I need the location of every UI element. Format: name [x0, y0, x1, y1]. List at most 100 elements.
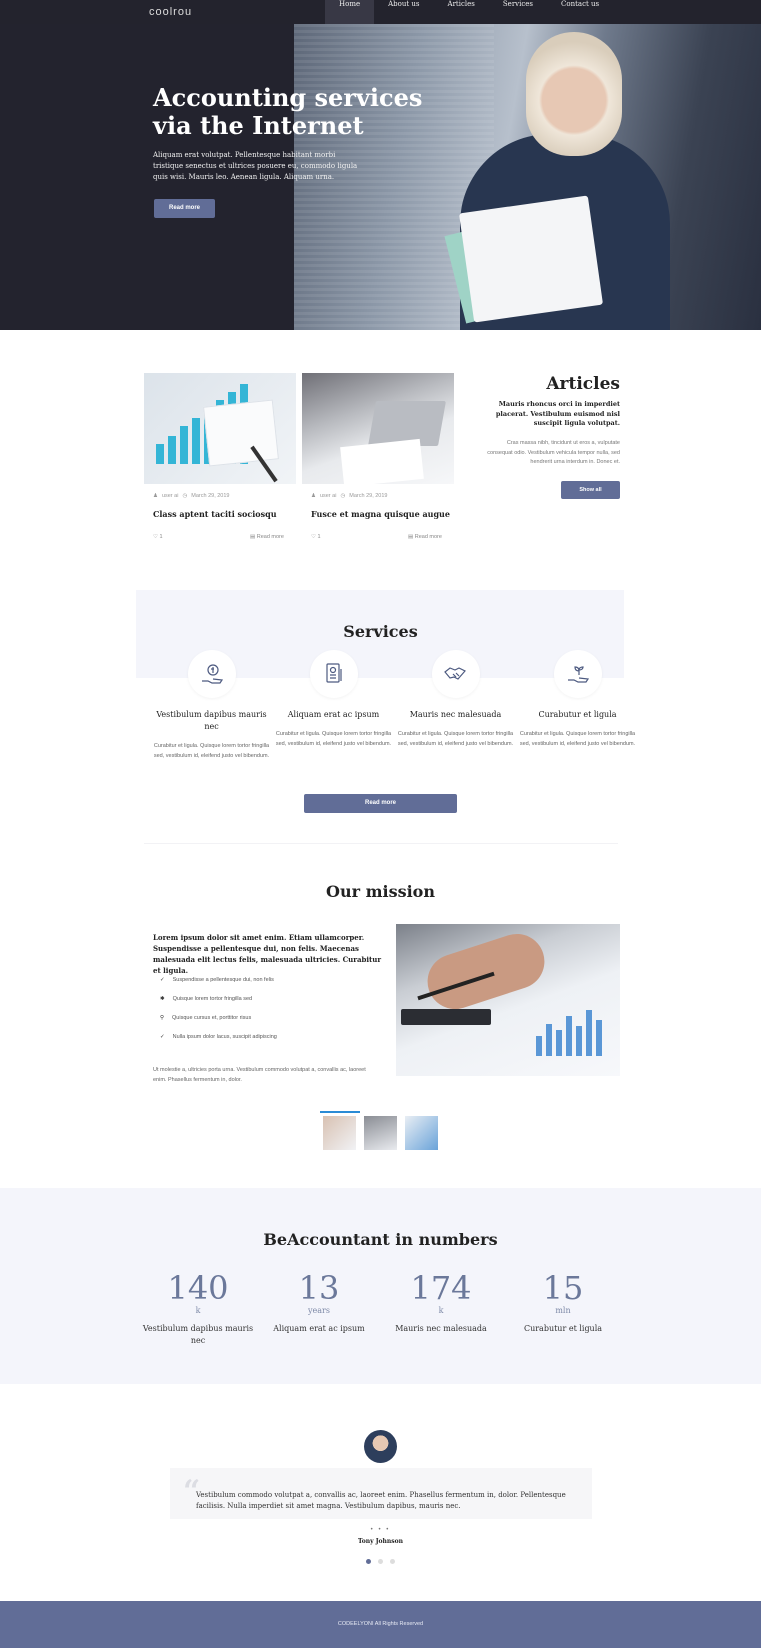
service-item-4[interactable]: Curabutur et ligula Curabitur et ligula.… — [517, 650, 638, 749]
number-1-label: Vestibulum dapibus mauris nec — [142, 1324, 254, 1345]
nav-link-contact[interactable]: Contact us — [547, 0, 613, 24]
check-icon: ✓ — [160, 977, 165, 983]
number-item-1: 140 k Vestibulum dapibus mauris nec — [138, 1270, 258, 1347]
plant-hand-icon — [553, 650, 602, 698]
heart-icon: ♡ — [311, 534, 316, 540]
service-3-text: Curabitur et ligula. Quisque lorem torto… — [397, 731, 514, 747]
article-1-likes[interactable]: ♡ 1 — [153, 534, 163, 540]
number-item-2: 13 years Aliquam erat ac ipsum — [259, 1270, 379, 1335]
article-2-likes-count: 1 — [317, 534, 321, 540]
mission-thumbnail-1[interactable] — [323, 1116, 356, 1150]
number-4-value: 15 — [542, 1269, 584, 1307]
service-1-title: Vestibulum dapibus mauris nec — [156, 710, 267, 731]
pager-dot-3[interactable] — [390, 1559, 395, 1564]
service-4-title: Curabutur et ligula — [538, 710, 617, 719]
document-pen-icon — [309, 650, 358, 698]
mission-list-item-2-text: Quisque lorem tortor fringilla sed — [172, 996, 253, 1002]
articles-title: Articles — [546, 374, 620, 394]
article-1-date: March 29, 2019 — [191, 493, 230, 499]
service-item-2[interactable]: Aliquam erat ac ipsum Curabitur et ligul… — [273, 650, 394, 749]
hero-photo-person-head — [526, 32, 622, 156]
service-3-title: Mauris nec malesuada — [409, 710, 502, 719]
number-3-value: 174 — [410, 1269, 472, 1307]
service-item-3[interactable]: Mauris nec malesuada Curabitur et ligula… — [395, 650, 516, 749]
article-1-meta: ♟ user ai ◷ March 29, 2019 — [153, 493, 229, 499]
numbers-title: BeAccountant in numbers — [263, 1230, 498, 1249]
section-divider — [144, 843, 618, 844]
top-nav: coolrou Home About us Articles Services … — [0, 0, 761, 24]
articles-text: Cras massa nibh, tincidunt ut eros a, vu… — [487, 440, 620, 465]
document-icon: ▤ — [250, 534, 256, 540]
avatar — [364, 1430, 397, 1463]
mission-thumbnail-3[interactable] — [405, 1116, 438, 1150]
article-1-likes-count: 1 — [159, 534, 163, 540]
services-read-more-button[interactable]: Read more — [304, 794, 457, 813]
hero-read-more-button[interactable]: Read more — [154, 199, 215, 218]
mission-thumbnail-2[interactable] — [364, 1116, 397, 1150]
hero-section — [0, 24, 761, 330]
footer-copyright: CODEELYONI All Rights Reserved — [337, 1621, 424, 1627]
service-1-text: Curabitur et ligula. Quisque lorem torto… — [153, 743, 270, 759]
mission-footer-text: Ut molestie a, ultricies porta urna. Ves… — [153, 1067, 366, 1083]
clock-icon: ◷ — [182, 493, 188, 499]
number-2-unit: years — [308, 1306, 330, 1315]
number-2-label: Aliquam erat ac ipsum — [273, 1324, 365, 1333]
mission-image-hands — [420, 926, 552, 1017]
mission-image — [396, 924, 620, 1076]
article-1-image[interactable] — [144, 373, 296, 484]
number-item-4: 15 mln Curabutur et ligula — [503, 1270, 623, 1335]
testimonial-pager — [366, 1559, 395, 1564]
nav-link-services[interactable]: Services — [489, 0, 547, 24]
services-title: Services — [343, 622, 418, 641]
hero-text: Aliquam erat volutpat. Pellentesque habi… — [153, 151, 358, 181]
location-pin-icon: ⚲ — [160, 1015, 165, 1021]
user-icon: ♟ — [311, 493, 316, 499]
service-4-text: Curabitur et ligula. Quisque lorem torto… — [519, 731, 636, 747]
star-icon: ✱ — [160, 996, 165, 1002]
heart-icon: ♡ — [153, 534, 158, 540]
nav-link-articles[interactable]: Articles — [434, 0, 489, 24]
nav-link-about[interactable]: About us — [374, 0, 433, 24]
article-2-date: March 29, 2019 — [349, 493, 388, 499]
footer: CODEELYONI All Rights Reserved — [0, 1601, 761, 1648]
article-1-read-more[interactable]: ▤ Read more — [250, 534, 284, 540]
user-icon: ♟ — [153, 493, 158, 499]
number-4-label: Curabutur et ligula — [523, 1324, 603, 1333]
mission-list-item-4: ✓ Nulla ipsum dolor lacus, suscipit adipi… — [160, 1034, 277, 1040]
article-2-image-paper — [340, 438, 424, 484]
article-1-read-more-label: Read more — [256, 534, 284, 540]
articles-show-all-button[interactable]: Show all — [561, 481, 620, 499]
service-item-1[interactable]: Vestibulum dapibus mauris nec Curabitur … — [151, 650, 272, 761]
site-logo[interactable]: coolrou — [149, 6, 192, 18]
mission-title: Our mission — [326, 882, 435, 901]
number-item-3: 174 k Mauris nec malesuada — [381, 1270, 501, 1335]
pager-dot-2[interactable] — [378, 1559, 383, 1564]
article-2-read-more[interactable]: ▤ Read more — [408, 534, 442, 540]
article-1-image-sheet — [203, 399, 279, 467]
article-2-read-more-label: Read more — [414, 534, 442, 540]
testimonial-separator: • • • — [370, 1527, 391, 1533]
nav-link-home[interactable]: Home — [325, 0, 375, 24]
clock-icon: ◷ — [340, 493, 346, 499]
number-4-unit: mln — [555, 1306, 571, 1315]
nav-links: Home About us Articles Services Contact … — [325, 0, 613, 24]
article-2-title[interactable]: Fusce et magna quisque augue — [311, 509, 450, 519]
article-2-likes[interactable]: ♡ 1 — [311, 534, 321, 540]
mission-list-item-3: ⚲ Quisque cursus et, porttitor risus — [160, 1015, 251, 1021]
check-icon: ✓ — [160, 1034, 165, 1040]
pager-dot-1[interactable] — [366, 1559, 371, 1564]
mission-list-item-4-text: Nulla ipsum dolor lacus, suscipit adipis… — [172, 1034, 277, 1040]
article-2-meta: ♟ user ai ◷ March 29, 2019 — [311, 493, 387, 499]
hero-photo-paper — [458, 195, 604, 323]
number-1-value: 140 — [167, 1269, 229, 1307]
article-2-image[interactable] — [302, 373, 454, 484]
article-1-title[interactable]: Class aptent taciti sociosqu — [153, 509, 277, 519]
handshake-icon — [431, 650, 480, 698]
testimonial-author: Tony Johnson — [357, 1538, 404, 1545]
hero-title: Accounting services via the Internet — [153, 83, 423, 140]
service-2-title: Aliquam erat ac ipsum — [287, 710, 380, 719]
document-icon: ▤ — [408, 534, 414, 540]
mission-list-item-1: ✓ Suspendisse a pellentesque dui, non fel… — [160, 977, 274, 983]
thumbnail-active-indicator — [320, 1111, 360, 1113]
service-2-text: Curabitur et ligula. Quisque lorem torto… — [275, 731, 392, 747]
